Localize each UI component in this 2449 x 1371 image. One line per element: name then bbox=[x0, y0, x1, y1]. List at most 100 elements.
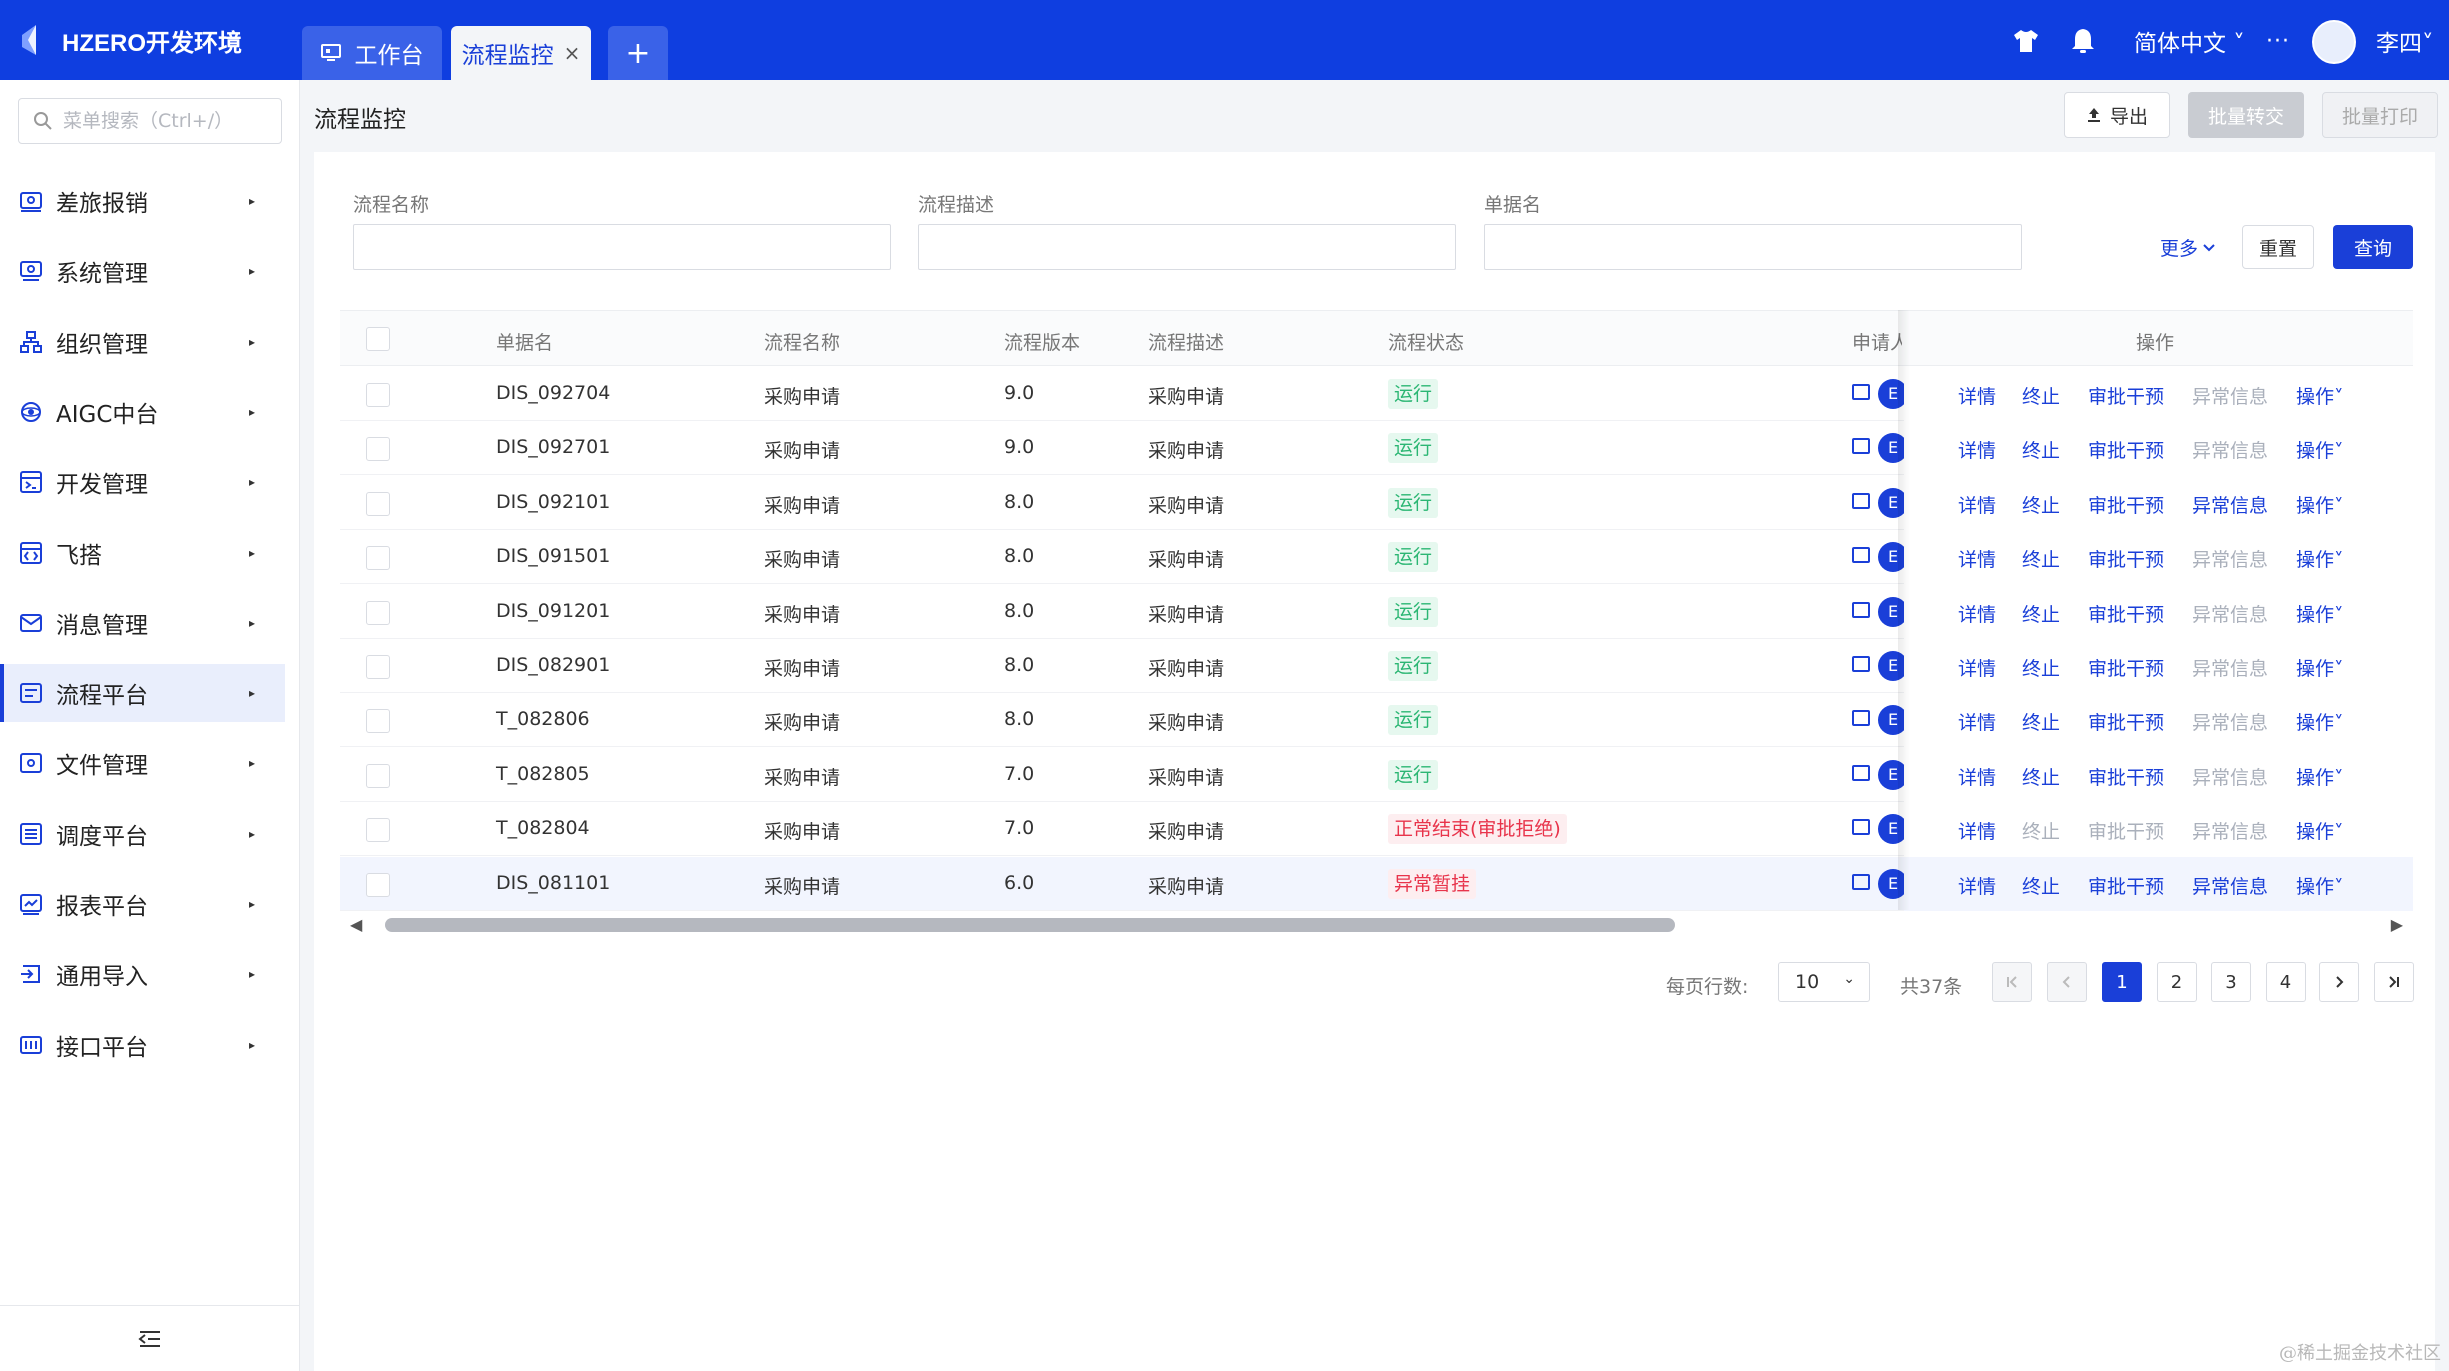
exception-link[interactable]: 异常信息 bbox=[2192, 382, 2268, 409]
terminate-link[interactable]: 终止 bbox=[2022, 600, 2060, 627]
table-row[interactable]: T_082806 采购申请 8.0 采购申请 运行 E 详情 终止 审批干预 异常信息 操作˅ bbox=[340, 693, 2413, 748]
scroll-right-arrow-icon[interactable]: ▶ bbox=[2391, 915, 2403, 934]
more-actions-dropdown[interactable]: 操作˅ bbox=[2296, 600, 2344, 627]
id-card-icon[interactable] bbox=[1852, 710, 1870, 727]
id-card-icon[interactable] bbox=[1852, 492, 1870, 509]
sidebar-item-1[interactable]: 系统管理 ▸ bbox=[0, 242, 285, 300]
exception-link[interactable]: 异常信息 bbox=[2192, 436, 2268, 463]
table-row[interactable]: DIS_091501 采购申请 8.0 采购申请 运行 E 详情 终止 审批干预 异常信息 操作˅ bbox=[340, 530, 2413, 585]
more-actions-dropdown[interactable]: 操作˅ bbox=[2296, 436, 2344, 463]
row-checkbox[interactable] bbox=[366, 709, 390, 734]
table-row[interactable]: T_082804 采购申请 7.0 采购申请 正常结束(审批拒绝) E 详情 终止 审批干预 异常… bbox=[340, 802, 2413, 857]
collapse-sidebar-button[interactable] bbox=[0, 1305, 300, 1371]
intervene-link[interactable]: 审批干预 bbox=[2088, 382, 2164, 409]
sidebar-item-10[interactable]: 报表平台 ▸ bbox=[0, 875, 285, 933]
intervene-link[interactable]: 审批干预 bbox=[2088, 436, 2164, 463]
avatar[interactable] bbox=[2312, 20, 2356, 64]
row-checkbox[interactable] bbox=[366, 437, 390, 462]
more-actions-dropdown[interactable]: 操作˅ bbox=[2296, 872, 2344, 899]
terminate-link[interactable]: 终止 bbox=[2022, 491, 2060, 518]
process-desc-input[interactable] bbox=[918, 224, 1456, 270]
close-icon[interactable]: × bbox=[564, 41, 581, 65]
row-checkbox[interactable] bbox=[366, 872, 390, 897]
batch-print-button[interactable]: 批量打印 bbox=[2322, 92, 2438, 138]
exception-link[interactable]: 异常信息 bbox=[2192, 817, 2268, 844]
horizontal-scrollbar[interactable]: ◀ ▶ bbox=[340, 912, 2413, 938]
detail-link[interactable]: 详情 bbox=[1958, 872, 1996, 899]
table-row[interactable]: DIS_092101 采购申请 8.0 采购申请 运行 E 详情 终止 审批干预 异常信息 操作˅ bbox=[340, 475, 2413, 530]
export-button[interactable]: 导出 bbox=[2064, 92, 2170, 138]
batch-transfer-button[interactable]: 批量转交 bbox=[2188, 92, 2304, 138]
id-card-icon[interactable] bbox=[1852, 601, 1870, 618]
detail-link[interactable]: 详情 bbox=[1958, 654, 1996, 681]
detail-link[interactable]: 详情 bbox=[1958, 817, 1996, 844]
page-button-1[interactable]: 1 bbox=[2102, 962, 2142, 1002]
first-page-button[interactable] bbox=[1992, 962, 2032, 1002]
col-applicant[interactable]: 申请人 bbox=[1852, 328, 1902, 355]
terminate-link[interactable]: 终止 bbox=[2022, 382, 2060, 409]
document-input[interactable] bbox=[1484, 224, 2022, 270]
terminate-link[interactable]: 终止 bbox=[2022, 872, 2060, 899]
more-menu-icon[interactable]: ··· bbox=[2266, 22, 2290, 60]
more-filters-link[interactable]: 更多 bbox=[2160, 234, 2216, 261]
tab-workbench[interactable]: 工作台 bbox=[302, 26, 442, 80]
exception-link[interactable]: 异常信息 bbox=[2192, 763, 2268, 790]
more-actions-dropdown[interactable]: 操作˅ bbox=[2296, 545, 2344, 572]
sidebar-item-5[interactable]: 飞搭 ▸ bbox=[0, 524, 285, 582]
intervene-link[interactable]: 审批干预 bbox=[2088, 708, 2164, 735]
intervene-link[interactable]: 审批干预 bbox=[2088, 872, 2164, 899]
table-row[interactable]: DIS_092701 采购申请 9.0 采购申请 运行 E 详情 终止 审批干预 异常信息 操作˅ bbox=[340, 421, 2413, 476]
table-row[interactable]: DIS_091201 采购申请 8.0 采购申请 运行 E 详情 终止 审批干预 异常信息 操作˅ bbox=[340, 584, 2413, 639]
id-card-icon[interactable] bbox=[1852, 438, 1870, 455]
process-name-input[interactable] bbox=[353, 224, 891, 270]
scrollbar-thumb[interactable] bbox=[385, 918, 1675, 932]
intervene-link[interactable]: 审批干预 bbox=[2088, 654, 2164, 681]
table-row[interactable]: DIS_092704 采购申请 9.0 采购申请 运行 E 详情 终止 审批干预 异常信息 操作˅ bbox=[340, 367, 2413, 421]
more-actions-dropdown[interactable]: 操作˅ bbox=[2296, 491, 2344, 518]
id-card-icon[interactable] bbox=[1852, 384, 1870, 400]
exception-link[interactable]: 异常信息 bbox=[2192, 491, 2268, 518]
detail-link[interactable]: 详情 bbox=[1958, 382, 1996, 409]
sidebar-item-7[interactable]: 流程平台 ▸ bbox=[0, 664, 285, 723]
exception-link[interactable]: 异常信息 bbox=[2192, 545, 2268, 572]
detail-link[interactable]: 详情 bbox=[1958, 436, 1996, 463]
brand[interactable]: HZERO开发环境 bbox=[16, 20, 242, 60]
user-menu[interactable]: 李四˅ bbox=[2376, 22, 2434, 60]
terminate-link[interactable]: 终止 bbox=[2022, 708, 2060, 735]
terminate-link[interactable]: 终止 bbox=[2022, 545, 2060, 572]
bell-icon[interactable] bbox=[2070, 22, 2096, 60]
id-card-icon[interactable] bbox=[1852, 819, 1870, 836]
row-checkbox[interactable] bbox=[366, 763, 390, 788]
theme-shirt-icon[interactable] bbox=[2012, 22, 2040, 60]
more-actions-dropdown[interactable]: 操作˅ bbox=[2296, 708, 2344, 735]
col-status[interactable]: 流程状态 bbox=[1388, 328, 1464, 355]
next-page-button[interactable] bbox=[2319, 962, 2359, 1002]
detail-link[interactable]: 详情 bbox=[1958, 708, 1996, 735]
query-button[interactable]: 查询 bbox=[2333, 225, 2413, 269]
row-checkbox[interactable] bbox=[366, 383, 390, 407]
detail-link[interactable]: 详情 bbox=[1958, 545, 1996, 572]
sidebar-item-3[interactable]: AIGC中台 ▸ bbox=[0, 383, 285, 441]
col-document[interactable]: 单据名 bbox=[496, 328, 553, 355]
terminate-link[interactable]: 终止 bbox=[2022, 654, 2060, 681]
terminate-link[interactable]: 终止 bbox=[2022, 436, 2060, 463]
more-actions-dropdown[interactable]: 操作˅ bbox=[2296, 817, 2344, 844]
sidebar-item-9[interactable]: 调度平台 ▸ bbox=[0, 805, 285, 863]
sidebar-item-11[interactable]: 通用导入 ▸ bbox=[0, 945, 285, 1003]
menu-search[interactable] bbox=[18, 98, 282, 144]
id-card-icon[interactable] bbox=[1852, 547, 1870, 564]
language-selector[interactable]: 简体中文 ˅ bbox=[2134, 22, 2245, 60]
row-checkbox[interactable] bbox=[366, 818, 390, 843]
terminate-link[interactable]: 终止 bbox=[2022, 817, 2060, 844]
tab-process-monitor[interactable]: 流程监控 × bbox=[451, 26, 591, 80]
sidebar-item-6[interactable]: 消息管理 ▸ bbox=[0, 594, 285, 652]
table-row[interactable]: DIS_082901 采购申请 8.0 采购申请 运行 E 详情 终止 审批干预 异常信息 操作˅ bbox=[340, 639, 2413, 693]
id-card-icon[interactable] bbox=[1852, 764, 1870, 781]
intervene-link[interactable]: 审批干预 bbox=[2088, 600, 2164, 627]
detail-link[interactable]: 详情 bbox=[1958, 491, 1996, 518]
id-card-icon[interactable] bbox=[1852, 873, 1870, 890]
intervene-link[interactable]: 审批干预 bbox=[2088, 545, 2164, 572]
intervene-link[interactable]: 审批干预 bbox=[2088, 763, 2164, 790]
page-size-select[interactable]: 10 ⌄ bbox=[1778, 962, 1870, 1002]
col-desc[interactable]: 流程描述 bbox=[1148, 328, 1224, 355]
